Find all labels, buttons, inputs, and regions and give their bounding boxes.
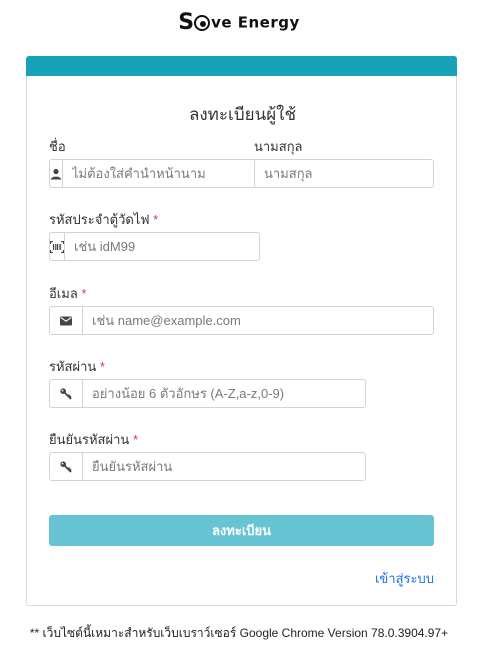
first-name-label: ชื่อ <box>49 136 66 157</box>
brand-name: ve Energy <box>211 13 300 32</box>
user-icon <box>49 159 62 188</box>
key-icon <box>49 379 82 408</box>
first-name-label-text: ชื่อ <box>49 139 66 154</box>
register-button[interactable]: ลงทะเบียน <box>49 515 434 546</box>
register-card: ลงทะเบียนผู้ใช้ ชื่อ นามสกุล รหัสประจำตู… <box>26 56 457 606</box>
meter-code-input[interactable] <box>64 232 260 261</box>
meter-code-label-text: รหัสประจำตู้วัดไฟ <box>49 212 150 227</box>
brand-logo: Sve Energy <box>0 10 478 38</box>
form-title: ลงทะเบียนผู้ใช้ <box>188 105 297 124</box>
browser-note: ** เว็บไซต์นี้เหมาะสำหรับเว็บเบราว์เซอร์… <box>29 626 449 640</box>
envelope-icon <box>49 306 82 335</box>
last-name-input[interactable] <box>254 159 434 188</box>
card-header-bar <box>26 56 457 76</box>
password-label-text: รหัสผ่าน <box>49 359 97 374</box>
confirm-password-input[interactable] <box>82 452 366 481</box>
meter-code-group <box>49 232 260 261</box>
first-name-group <box>49 159 258 188</box>
meter-code-label: รหัสประจำตู้วัดไฟ * <box>49 209 158 230</box>
first-name-input[interactable] <box>62 159 258 188</box>
barcode-icon <box>49 232 64 261</box>
key-icon <box>49 452 82 481</box>
last-name-label-text: นามสกุล <box>254 139 303 154</box>
last-name-label: นามสกุล <box>254 136 303 157</box>
email-label-text: อีเมล <box>49 286 78 301</box>
required-mark: * <box>99 359 105 374</box>
password-label: รหัสผ่าน * <box>49 356 105 377</box>
password-input[interactable] <box>82 379 366 408</box>
login-link[interactable]: เข้าสู่ระบบ <box>375 568 434 589</box>
required-mark: * <box>132 432 138 447</box>
email-group <box>49 306 434 335</box>
brand-letter-s: S <box>178 10 195 35</box>
email-input[interactable] <box>82 306 434 335</box>
eye-icon <box>194 14 211 31</box>
email-label: อีเมล * <box>49 283 86 304</box>
password-group <box>49 379 366 408</box>
confirm-password-label-text: ยืนยันรหัสผ่าน <box>49 432 130 447</box>
confirm-password-label: ยืนยันรหัสผ่าน * <box>49 429 138 450</box>
required-mark: * <box>81 286 87 301</box>
required-mark: * <box>153 212 159 227</box>
confirm-password-group <box>49 452 366 481</box>
